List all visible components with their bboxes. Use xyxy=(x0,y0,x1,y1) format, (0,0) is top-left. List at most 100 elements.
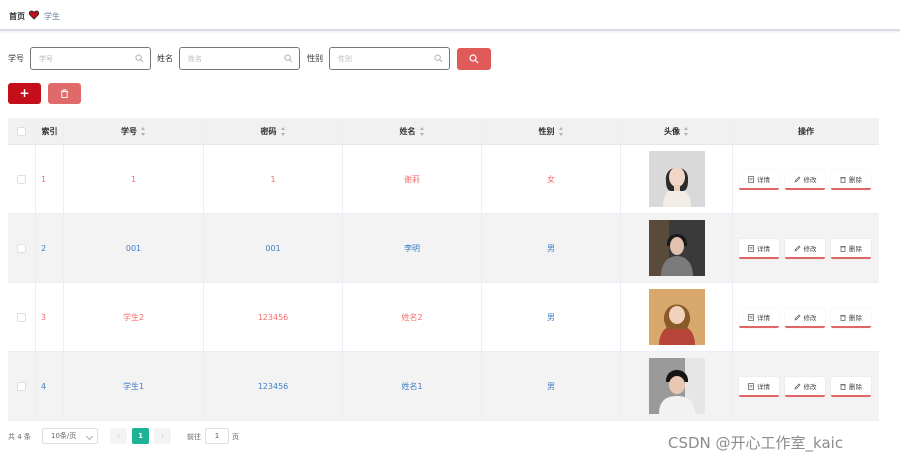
add-button[interactable]: + xyxy=(8,83,41,104)
edit-button[interactable]: 修改 xyxy=(785,170,825,190)
page-number-current[interactable]: 1 xyxy=(132,428,149,444)
row-checkbox[interactable] xyxy=(17,174,26,184)
header-gender[interactable]: 性别 xyxy=(482,118,621,144)
edit-icon xyxy=(793,383,800,390)
delete-button[interactable]: 删除 xyxy=(831,377,871,397)
name-cell: 姓名2 xyxy=(343,283,482,351)
pagination: 共 4 条 10条/页 ‹ 1 › 前往 1 页 xyxy=(8,428,308,444)
table-row: 3 学生2 123456 姓名2 男 详情 修改 删除 xyxy=(8,283,879,352)
name-input-box[interactable] xyxy=(179,47,300,70)
name-input[interactable] xyxy=(188,48,284,69)
search-icon xyxy=(434,54,443,63)
goto-page-input[interactable]: 1 xyxy=(205,428,229,444)
batch-delete-button[interactable] xyxy=(48,83,81,104)
header-select-cell xyxy=(8,118,36,144)
row-checkbox[interactable] xyxy=(17,312,26,322)
edit-label: 修改 xyxy=(803,314,817,322)
search-button[interactable] xyxy=(457,48,491,70)
prev-page-button[interactable]: ‹ xyxy=(110,428,127,444)
avatar-image[interactable] xyxy=(648,358,705,414)
student-no-label: 学号 xyxy=(8,54,24,63)
name-label: 姓名 xyxy=(157,54,173,63)
actions-cell: 详情 修改 删除 xyxy=(733,352,879,420)
header-password[interactable]: 密码 xyxy=(204,118,343,144)
gender-label: 性别 xyxy=(307,54,323,63)
page-size-value: 10条/页 xyxy=(51,432,77,440)
header-name[interactable]: 姓名 xyxy=(343,118,482,144)
avatar-cell xyxy=(621,352,733,420)
detail-button[interactable]: 详情 xyxy=(739,170,779,190)
edit-label: 修改 xyxy=(803,176,817,184)
gender-input[interactable] xyxy=(338,48,434,69)
page-size-select[interactable]: 10条/页 xyxy=(42,428,98,444)
search-icon xyxy=(135,54,144,63)
header-student-no[interactable]: 学号 xyxy=(64,118,204,144)
sort-icon[interactable] xyxy=(280,126,286,136)
detail-label: 详情 xyxy=(757,245,770,253)
student-no-cell: 学生2 xyxy=(64,283,204,351)
index-cell: 1 xyxy=(36,145,64,213)
name-cell: 姓名1 xyxy=(343,352,482,420)
edit-button[interactable]: 修改 xyxy=(785,377,825,397)
next-page-button[interactable]: › xyxy=(154,428,171,444)
password-cell: 1 xyxy=(204,145,343,213)
avatar-cell xyxy=(621,145,733,213)
student-no-input[interactable] xyxy=(39,48,135,69)
gender-cell: 男 xyxy=(482,352,621,420)
edit-icon xyxy=(793,245,800,252)
avatar-image[interactable] xyxy=(648,289,705,345)
delete-label: 删除 xyxy=(849,176,862,184)
detail-label: 详情 xyxy=(757,383,770,391)
edit-button[interactable]: 修改 xyxy=(785,308,825,328)
index-cell: 4 xyxy=(36,352,64,420)
header-index-label: 索引 xyxy=(41,126,58,136)
actions-cell: 详情 修改 删除 xyxy=(733,283,879,351)
trash-icon xyxy=(60,89,69,98)
edit-icon xyxy=(793,176,800,183)
row-checkbox[interactable] xyxy=(17,243,26,253)
breadcrumb-home[interactable]: 首页 xyxy=(9,11,25,22)
row-select-cell xyxy=(8,283,36,351)
index-cell: 2 xyxy=(36,214,64,282)
row-select-cell xyxy=(8,352,36,420)
delete-button[interactable]: 删除 xyxy=(831,239,871,259)
row-checkbox[interactable] xyxy=(17,381,26,391)
delete-button[interactable]: 删除 xyxy=(831,308,871,328)
edit-label: 修改 xyxy=(803,383,817,391)
page: 首页 学生 学号 姓名 性别 + 索引 学号 密码 姓名 性别 头像 xyxy=(0,0,900,460)
delete-label: 删除 xyxy=(849,383,862,391)
select-all-checkbox[interactable] xyxy=(17,126,26,136)
name-cell: 李明 xyxy=(343,214,482,282)
delete-button[interactable]: 删除 xyxy=(831,170,871,190)
watermark: CSDN @开心工作室_kaic xyxy=(668,434,844,452)
avatar-image[interactable] xyxy=(648,220,705,276)
breadcrumb-current[interactable]: 学生 xyxy=(44,11,60,22)
password-cell: 123456 xyxy=(204,283,343,351)
index-cell: 3 xyxy=(36,283,64,351)
sort-icon[interactable] xyxy=(558,126,564,136)
header-student-no-label: 学号 xyxy=(121,126,137,136)
student-no-cell: 001 xyxy=(64,214,204,282)
header-avatar[interactable]: 头像 xyxy=(621,118,733,144)
student-no-input-box[interactable] xyxy=(30,47,151,70)
edit-icon xyxy=(793,314,800,321)
detail-button[interactable]: 详情 xyxy=(739,239,779,259)
row-select-cell xyxy=(8,214,36,282)
edit-label: 修改 xyxy=(803,245,817,253)
goto-label: 前往 xyxy=(187,433,201,441)
row-select-cell xyxy=(8,145,36,213)
avatar-image[interactable] xyxy=(648,151,705,207)
detail-button[interactable]: 详情 xyxy=(739,377,779,397)
password-cell: 001 xyxy=(204,214,343,282)
search-icon xyxy=(469,54,479,64)
sort-icon[interactable] xyxy=(419,126,425,136)
detail-label: 详情 xyxy=(757,176,770,184)
table-header: 索引 学号 密码 姓名 性别 头像 操作 xyxy=(8,118,879,145)
document-icon xyxy=(748,382,754,390)
edit-button[interactable]: 修改 xyxy=(785,239,825,259)
gender-input-box[interactable] xyxy=(329,47,450,70)
trash-icon xyxy=(840,314,846,321)
detail-button[interactable]: 详情 xyxy=(739,308,779,328)
sort-icon[interactable] xyxy=(141,126,146,136)
sort-icon[interactable] xyxy=(684,126,689,136)
